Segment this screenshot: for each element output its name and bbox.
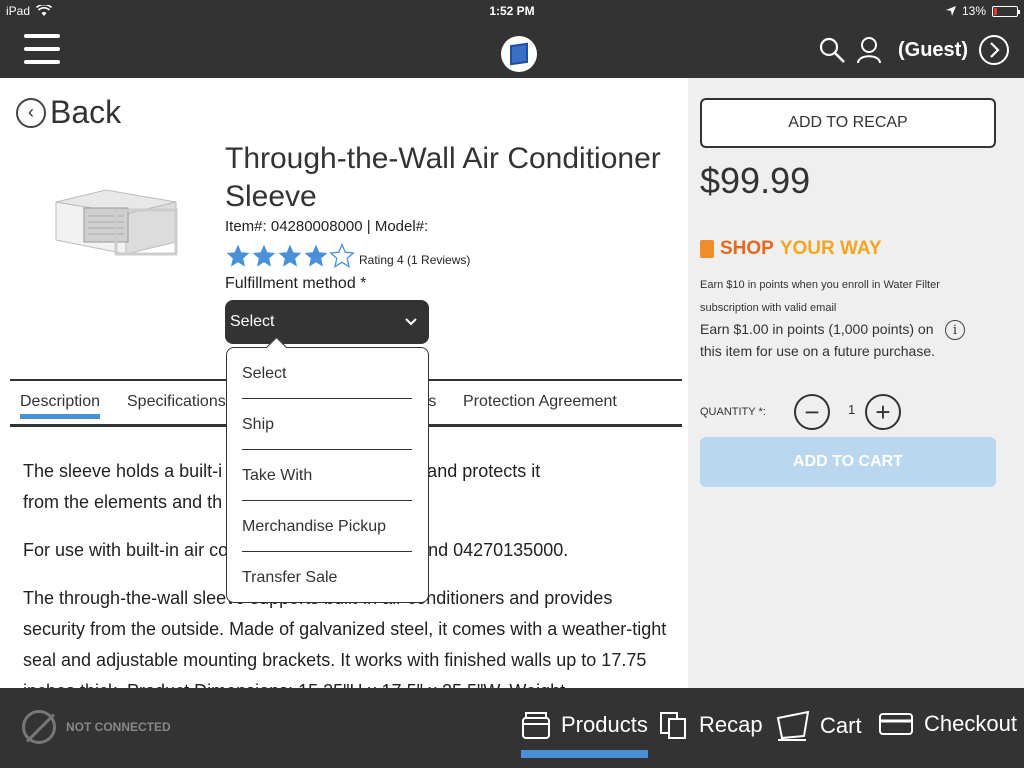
guest-label[interactable]: (Guest) [898, 39, 968, 62]
fulfillment-label: Fulfillment method * [225, 275, 367, 292]
add-to-recap-button[interactable]: ADD TO RECAP [700, 98, 996, 148]
desc-p1-a: The sleeve holds a built-i [23, 461, 223, 481]
star-filled-icon [278, 244, 302, 267]
increase-quantity-button[interactable]: + [865, 394, 901, 430]
option-merchandise-pickup[interactable]: Merchandise Pickup [242, 501, 412, 552]
battery-icon [992, 5, 1020, 17]
option-transfer-sale[interactable]: Transfer Sale [242, 552, 412, 603]
tab-specifications[interactable]: Specifications [127, 393, 226, 411]
location-icon [945, 6, 956, 16]
chevron-down-icon [405, 318, 417, 326]
star-filled-icon [304, 244, 328, 267]
status-bar: iPad 1:52 PM 13% [0, 0, 1024, 24]
chevron-right-icon[interactable] [978, 34, 1010, 66]
item-number: Item#: 04280008000 | Model#: [225, 218, 429, 235]
connection-status: NOT CONNECTED [22, 710, 171, 744]
user-icon[interactable] [856, 36, 882, 64]
tab-checkout[interactable]: Checkout [878, 710, 1017, 738]
cart-icon [776, 710, 810, 741]
desc-p2-a: For use with built-in air co [23, 540, 229, 560]
rating[interactable]: Rating 4 (1 Reviews) [225, 243, 470, 269]
menu-icon[interactable] [24, 34, 60, 66]
chevron-left-icon: ‹ [16, 97, 46, 128]
bottom-bar: NOT CONNECTED Products Recap Cart Checko… [0, 688, 1024, 768]
back-button[interactable]: ‹ Back [16, 94, 121, 131]
tab-products-label: Products [561, 712, 648, 737]
quantity-value[interactable]: 1 [848, 402, 855, 417]
shopping-bag-icon [700, 240, 714, 258]
connection-label: NOT CONNECTED [66, 720, 171, 734]
search-icon[interactable] [818, 36, 846, 64]
disconnected-icon [22, 710, 56, 744]
tab-protection-agreement[interactable]: Protection Agreement [463, 393, 617, 411]
price: $99.99 [700, 160, 811, 201]
battery-percent: 13% [961, 4, 986, 18]
product-title: Through-the-Wall Air Conditioner Sleeve [225, 142, 661, 213]
rating-stars [225, 243, 355, 269]
tab-checkout-label: Checkout [924, 711, 1017, 736]
tab-cart[interactable]: Cart [776, 710, 862, 742]
products-icon [522, 712, 550, 739]
recap-icon [660, 712, 686, 739]
shop-your-way-logo: SHOP YOUR WAY [700, 238, 882, 260]
earn-subscription-text: Earn $10 in points when you enroll in Wa… [700, 279, 940, 314]
earn-points-text: Earn $1.00 in points (1,000 points) on t… [700, 321, 936, 359]
add-to-cart-button[interactable]: ADD TO CART [700, 437, 996, 487]
syw-your-way: YOUR WAY [779, 238, 882, 259]
rating-text: Rating 4 (1 Reviews) [359, 253, 471, 267]
tab-cart-label: Cart [820, 713, 862, 738]
tab-description[interactable]: Description [20, 393, 101, 419]
fulfillment-selected-value: Select [230, 313, 275, 330]
star-filled-icon [252, 244, 276, 267]
info-icon[interactable]: i [945, 320, 965, 340]
desc-p1-c: from the elements and th [23, 492, 223, 512]
clock: 1:52 PM [489, 4, 535, 18]
tab-recap-label: Recap [699, 712, 763, 737]
option-select[interactable]: Select [242, 348, 412, 399]
fulfillment-dropdown: Select Ship Take With Merchandise Pickup… [226, 347, 429, 603]
tab-recap[interactable]: Recap [659, 710, 763, 740]
product-image [55, 189, 178, 256]
decrease-quantity-button[interactable]: − [794, 394, 830, 430]
credit-card-icon [879, 713, 913, 735]
star-empty-icon [329, 243, 355, 268]
option-ship[interactable]: Ship [242, 399, 412, 450]
app-logo[interactable] [501, 36, 537, 72]
top-nav: (Guest) [0, 24, 1024, 78]
star-filled-icon [226, 244, 250, 267]
purchase-panel: ADD TO RECAP $99.99 SHOP YOUR WAY Earn $… [688, 78, 1024, 688]
tab-products[interactable]: Products [521, 710, 648, 758]
fulfillment-select[interactable]: Select [225, 300, 429, 344]
option-take-with[interactable]: Take With [242, 450, 412, 501]
quantity-label: QUANTITY *: [700, 406, 766, 418]
desc-p2-b: and 04270135000. [418, 540, 569, 560]
syw-shop: SHOP [720, 238, 774, 259]
back-label: Back [50, 94, 122, 130]
